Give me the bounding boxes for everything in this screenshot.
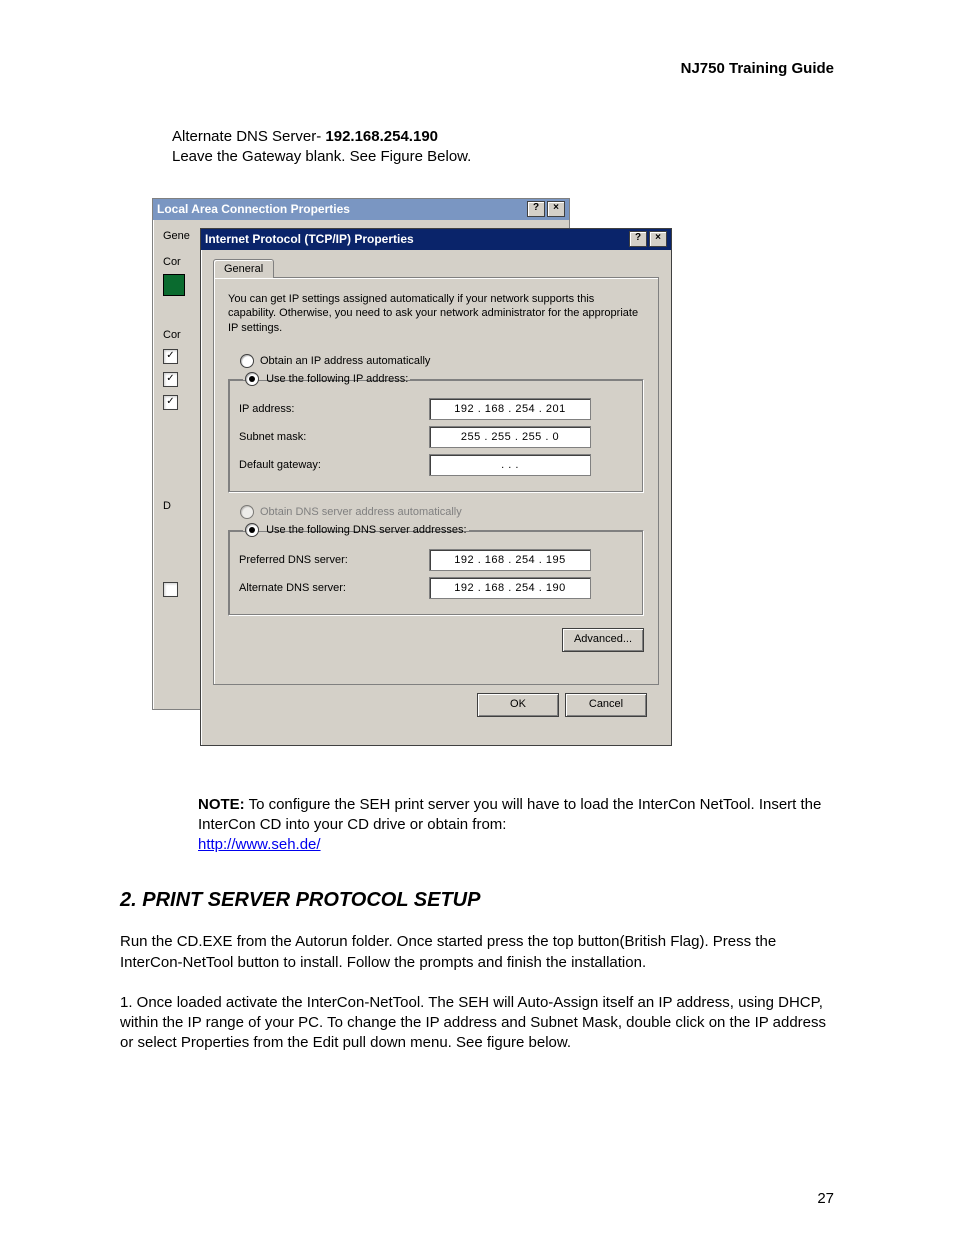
radio-auto-ip[interactable]: Obtain an IP address automatically [240,354,644,368]
cancel-button[interactable]: Cancel [565,693,647,717]
seh-link[interactable]: http://www.seh.de/ [198,836,321,853]
section-2-title: 2. PRINT SERVER PROTOCOL SETUP [120,889,834,912]
radio-icon [245,523,259,537]
ip-address-label: IP address: [239,403,429,415]
help-icon[interactable]: ? [629,231,647,247]
checkbox[interactable] [163,372,178,387]
alt-dns-label: Alternate DNS Server- [172,128,325,145]
preferred-dns-label: Preferred DNS server: [239,554,429,566]
doc-header: NJ750 Training Guide [120,60,834,77]
default-gateway-input[interactable]: . . . [429,454,591,476]
back-title: Local Area Connection Properties [157,202,525,216]
screenshot-figure: Local Area Connection Properties ? × Gen… [152,198,672,753]
note-prefix: NOTE: [198,796,245,813]
intro-text: Alternate DNS Server- 192.168.254.190 Le… [172,127,834,168]
front-title: Internet Protocol (TCP/IP) Properties [205,232,627,246]
tcpip-dialog: Internet Protocol (TCP/IP) Properties ? … [200,228,672,746]
radio-auto-dns-label: Obtain DNS server address automatically [260,506,462,518]
section-2-p1: Run the CD.EXE from the Autorun folder. … [120,932,834,973]
radio-auto-ip-label: Obtain an IP address automatically [260,355,430,367]
alternate-dns-label: Alternate DNS server: [239,582,429,594]
front-titlebar: Internet Protocol (TCP/IP) Properties ? … [201,229,671,250]
preferred-dns-input[interactable]: 192 . 168 . 254 . 195 [429,549,591,571]
close-icon[interactable]: × [649,231,667,247]
subnet-mask-input[interactable]: 255 . 255 . 255 . 0 [429,426,591,448]
alternate-dns-input[interactable]: 192 . 168 . 254 . 190 [429,577,591,599]
radio-use-ip-label: Use the following IP address: [266,373,408,385]
default-gateway-label: Default gateway: [239,459,429,471]
checkbox[interactable] [163,349,178,364]
radio-icon [240,505,254,519]
radio-icon [240,354,254,368]
radio-use-dns[interactable]: Use the following DNS server addresses: [243,523,469,537]
ip-address-input[interactable]: 192 . 168 . 254 . 201 [429,398,591,420]
note-body: To configure the SEH print server you wi… [198,796,821,833]
checkbox[interactable] [163,582,178,597]
radio-icon [245,372,259,386]
alt-dns-ip: 192.168.254.190 [325,128,438,145]
ip-group: Use the following IP address: IP address… [228,372,644,493]
radio-use-dns-label: Use the following DNS server addresses: [266,524,467,536]
radio-use-ip[interactable]: Use the following IP address: [243,372,410,386]
page-number: 27 [817,1190,834,1207]
note-block: NOTE: To configure the SEH print server … [198,795,834,856]
tab-general[interactable]: General [213,259,274,278]
subnet-mask-label: Subnet mask: [239,431,429,443]
adapter-icon [163,274,185,296]
advanced-button[interactable]: Advanced... [562,628,644,652]
ok-button[interactable]: OK [477,693,559,717]
dns-group: Use the following DNS server addresses: … [228,523,644,616]
radio-auto-dns: Obtain DNS server address automatically [240,505,644,519]
gateway-note: Leave the Gateway blank. See Figure Belo… [172,148,471,165]
back-titlebar: Local Area Connection Properties ? × [153,199,569,220]
close-icon[interactable]: × [547,201,565,217]
checkbox[interactable] [163,395,178,410]
settings-description: You can get IP settings assigned automat… [228,292,644,337]
help-icon[interactable]: ? [527,201,545,217]
section-2-p2: 1. Once loaded activate the InterCon-Net… [120,993,834,1054]
